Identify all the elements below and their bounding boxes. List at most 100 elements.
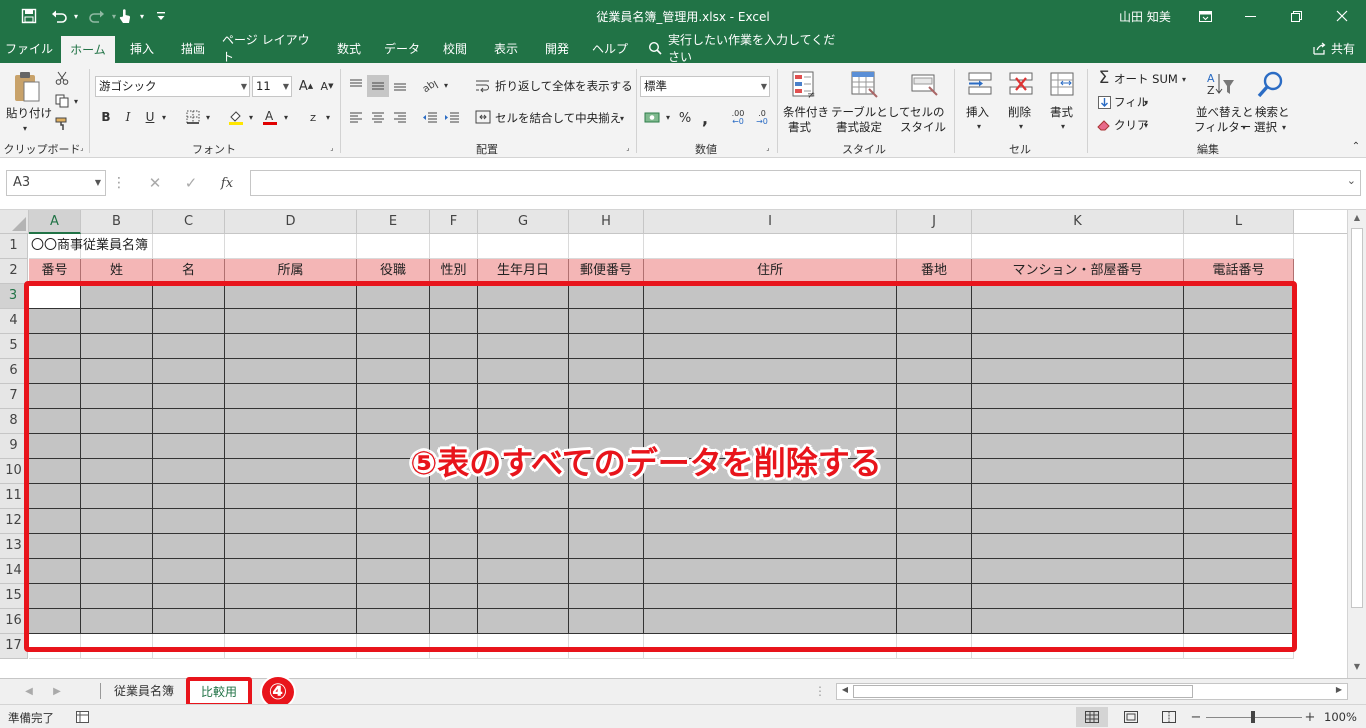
- column-header-l[interactable]: L: [1184, 210, 1294, 234]
- row-header-1[interactable]: 1: [0, 234, 28, 259]
- confirm-entry-icon[interactable]: ✓: [178, 172, 204, 194]
- fill-color-icon[interactable]: [226, 108, 246, 126]
- row-header-2[interactable]: 2: [0, 259, 28, 284]
- percent-button[interactable]: %: [676, 108, 694, 128]
- paste-label[interactable]: 貼り付け: [6, 106, 52, 121]
- tab-help[interactable]: ヘルプ: [584, 33, 636, 63]
- tab-review[interactable]: 校閲: [430, 33, 480, 63]
- wrap-text-button[interactable]: 折り返して全体を表示する: [495, 79, 633, 94]
- borders-dropdown-icon[interactable]: ▾: [204, 110, 212, 124]
- accounting-format-icon[interactable]: [642, 108, 664, 128]
- column-header-f[interactable]: F: [430, 210, 478, 234]
- align-bottom-icon[interactable]: [390, 75, 410, 95]
- insert-cells-icon[interactable]: [965, 69, 995, 99]
- delete-cells-label[interactable]: 削除: [1008, 105, 1031, 120]
- italic-button[interactable]: I: [120, 108, 136, 126]
- tab-formulas[interactable]: 数式: [325, 33, 373, 63]
- font-size-select[interactable]: 11 ▼: [252, 76, 292, 97]
- format-as-table-label-2[interactable]: 書式設定: [836, 120, 882, 135]
- format-as-table-label-1[interactable]: テーブルとして: [831, 105, 910, 120]
- copy-icon[interactable]: [52, 92, 72, 110]
- phonetic-guide-icon[interactable]: ｚ: [304, 108, 322, 126]
- title-row-cell[interactable]: [225, 234, 357, 259]
- title-row-cell[interactable]: [430, 234, 478, 259]
- merge-center-icon[interactable]: [474, 108, 492, 126]
- autosum-button[interactable]: オート SUM: [1114, 72, 1178, 87]
- cell-styles-icon[interactable]: [910, 69, 940, 101]
- scroll-down-icon[interactable]: ▼: [1350, 662, 1364, 676]
- find-select-label-1[interactable]: 検索と: [1255, 105, 1290, 120]
- accounting-dropdown-icon[interactable]: ▾: [664, 110, 672, 124]
- title-row-cell[interactable]: [897, 234, 972, 259]
- autosum-dropdown-icon[interactable]: ▾: [1180, 72, 1188, 86]
- conditional-formatting-label-1[interactable]: 条件付き: [783, 105, 829, 120]
- increase-decimal-button[interactable]: .00 ←0: [728, 108, 748, 128]
- column-header-d[interactable]: D: [225, 210, 357, 234]
- tab-page-layout[interactable]: ページ レイアウト: [222, 33, 320, 64]
- horizontal-scrollbar[interactable]: ◀ ▶: [836, 683, 1348, 700]
- share-button[interactable]: 共有: [1306, 33, 1362, 63]
- font-launcher-icon[interactable]: ⌟: [328, 143, 336, 153]
- delete-cells-icon[interactable]: [1006, 69, 1036, 99]
- name-box[interactable]: A3 ▼: [6, 170, 106, 196]
- restore-icon[interactable]: [1284, 5, 1308, 27]
- conditional-formatting-icon[interactable]: ≠: [790, 69, 820, 101]
- tab-insert[interactable]: 挿入: [118, 33, 166, 63]
- column-header-i[interactable]: I: [644, 210, 897, 234]
- formula-input[interactable]: ⌄: [250, 170, 1361, 196]
- font-color-dropdown-icon[interactable]: ▾: [282, 110, 290, 124]
- zoom-out-icon[interactable]: −: [1190, 709, 1202, 725]
- autosum-icon[interactable]: Σ: [1095, 68, 1113, 88]
- formula-bar-grip-icon[interactable]: ⋮: [112, 172, 126, 194]
- paste-dropdown-icon[interactable]: ▾: [20, 123, 30, 133]
- tab-view[interactable]: 表示: [482, 33, 530, 63]
- column-header-e[interactable]: E: [357, 210, 430, 234]
- merge-center-button[interactable]: セルを結合して中央揃え: [495, 111, 621, 126]
- vertical-scrollbar[interactable]: ▲ ▼: [1347, 210, 1366, 678]
- cell-styles-label-1[interactable]: セルの: [910, 105, 945, 120]
- fill-color-dropdown-icon[interactable]: ▾: [247, 110, 255, 124]
- tab-draw[interactable]: 描画: [168, 33, 218, 63]
- number-format-select[interactable]: 標準 ▼: [640, 76, 770, 97]
- scroll-left-icon[interactable]: ◀: [839, 685, 851, 698]
- sort-filter-label-1[interactable]: 並べ替えと: [1196, 105, 1254, 120]
- conditional-formatting-label-2[interactable]: 書式: [788, 120, 811, 135]
- ribbon-display-icon[interactable]: [1193, 5, 1217, 27]
- format-cells-label[interactable]: 書式: [1050, 105, 1073, 120]
- underline-dropdown-icon[interactable]: ▾: [160, 110, 168, 124]
- font-name-select[interactable]: 游ゴシック ▼: [95, 76, 250, 97]
- merge-dropdown-icon[interactable]: ▾: [618, 111, 626, 125]
- tab-file[interactable]: ファイル: [0, 33, 58, 63]
- bold-button[interactable]: B: [98, 108, 114, 126]
- horizontal-scroll-thumb[interactable]: [853, 685, 1193, 698]
- worksheet-grid[interactable]: ABCDEFGHIJKL 1 2 3 4 5 6 7 8 9 10 11 12 13 14 15 16 17 〇…: [0, 210, 1366, 678]
- borders-icon[interactable]: [183, 108, 203, 126]
- scroll-right-icon[interactable]: ▶: [1333, 685, 1345, 698]
- tab-split-grip-icon[interactable]: ⋮: [814, 683, 826, 699]
- title-row-cell[interactable]: [357, 234, 430, 259]
- find-select-label-2[interactable]: 選択: [1254, 120, 1277, 135]
- cut-icon[interactable]: [52, 69, 72, 87]
- title-row-cell[interactable]: [478, 234, 569, 259]
- fill-dropdown-icon[interactable]: ▾: [1142, 95, 1150, 109]
- title-row-cell[interactable]: [569, 234, 644, 259]
- sort-filter-icon[interactable]: AZ: [1204, 69, 1236, 101]
- minimize-icon[interactable]: [1238, 5, 1262, 27]
- font-color-icon[interactable]: A: [260, 108, 280, 126]
- align-middle-icon[interactable]: [367, 75, 389, 97]
- eraser-icon[interactable]: [1096, 117, 1112, 133]
- user-name[interactable]: 山田 知美: [1119, 8, 1171, 25]
- clipboard-launcher-icon[interactable]: ⌟: [78, 143, 86, 153]
- insert-function-button[interactable]: fx: [214, 172, 240, 194]
- vertical-scroll-thumb[interactable]: [1351, 228, 1363, 608]
- wrap-text-icon[interactable]: [474, 77, 492, 95]
- next-sheet-icon[interactable]: ▶: [50, 683, 64, 699]
- prev-sheet-icon[interactable]: ◀: [22, 683, 36, 699]
- normal-view-icon[interactable]: [1076, 707, 1108, 727]
- clear-dropdown-icon[interactable]: ▾: [1142, 118, 1150, 132]
- align-right-icon[interactable]: [390, 108, 410, 128]
- align-left-icon[interactable]: [346, 108, 366, 128]
- format-painter-icon[interactable]: [52, 115, 72, 133]
- tab-data[interactable]: データ: [376, 33, 428, 63]
- macro-record-icon[interactable]: [74, 709, 90, 725]
